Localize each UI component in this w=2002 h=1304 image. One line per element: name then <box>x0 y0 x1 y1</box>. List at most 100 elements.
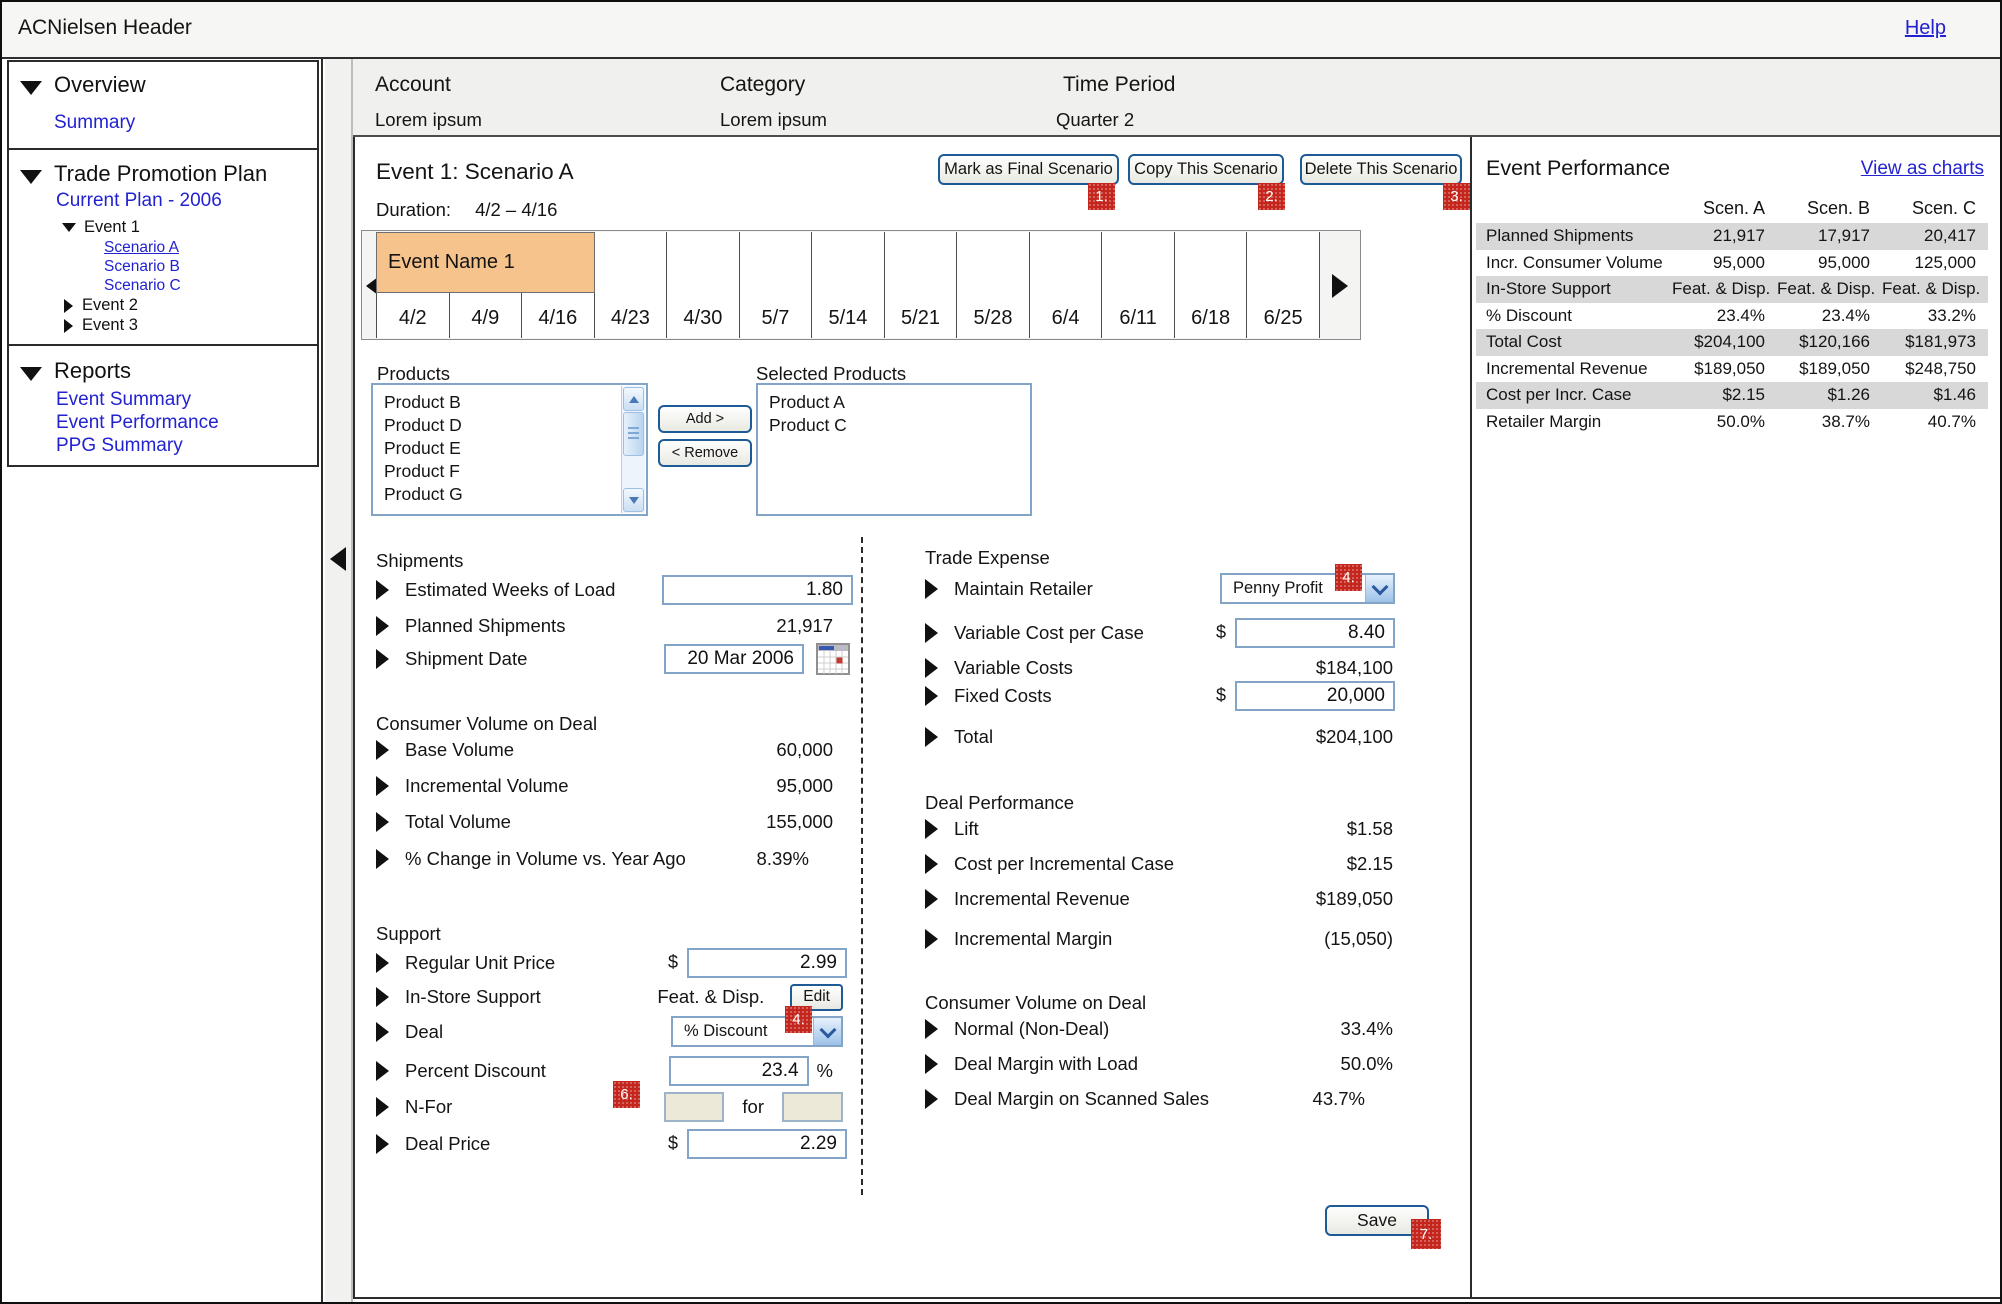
duration-value: 4/2 – 4/16 <box>475 199 557 221</box>
timeline-cell: 4/30 <box>667 232 740 338</box>
calendar-icon[interactable] <box>816 643 850 675</box>
nfor-price-input[interactable] <box>782 1092 843 1122</box>
deal-margin-with-load-row: Deal Margin with Load 50.0% <box>925 1050 1393 1078</box>
tree-item-event2[interactable]: Event 2 <box>64 296 138 315</box>
percent-discount-input[interactable] <box>669 1056 809 1086</box>
tree-item-event1[interactable]: Event 1 <box>62 218 140 237</box>
section-expand-icon[interactable] <box>20 81 42 95</box>
list-item[interactable]: Product D <box>373 414 646 437</box>
sidebar-item-scenario-c[interactable]: Scenario C <box>104 277 181 295</box>
mark-final-scenario-button[interactable]: Mark as Final Scenario <box>938 154 1119 185</box>
list-item[interactable]: Product E <box>373 437 646 460</box>
fixed-costs-input[interactable] <box>1235 681 1395 711</box>
scroll-up-icon[interactable] <box>623 387 644 411</box>
nfor-for-label: for <box>742 1096 764 1118</box>
currency-symbol: $ <box>668 1133 678 1154</box>
products-listbox[interactable]: Product B Product D Product E Product F … <box>371 383 648 516</box>
shipments-title: Shipments <box>376 550 463 572</box>
sidebar-item-scenario-a[interactable]: Scenario A <box>104 239 179 257</box>
sidebar-item-event-performance[interactable]: Event Performance <box>56 412 219 434</box>
scrollbar-thumb[interactable] <box>623 412 644 456</box>
planned-shipments-value: 21,917 <box>776 615 833 637</box>
table-row: Incremental Revenue $189,050 $189,050 $2… <box>1476 356 1988 383</box>
list-item[interactable]: Product F <box>373 460 646 483</box>
scroll-down-icon[interactable] <box>623 488 644 512</box>
sidebar-collapse-strip <box>325 59 353 1304</box>
deal-type-row: Deal % Discount <box>376 1016 843 1047</box>
annotation-badge-1: 1. <box>1088 183 1115 210</box>
list-item[interactable]: Product C <box>758 414 1030 437</box>
app-title: ACNielsen Header <box>18 16 192 40</box>
base-volume-row: Base Volume 60,000 <box>376 735 833 765</box>
list-item[interactable]: Product B <box>373 391 646 414</box>
add-product-button[interactable]: Add > <box>658 405 752 433</box>
table-row: Incr. Consumer Volume 95,000 95,000 125,… <box>1476 250 1988 277</box>
incremental-volume-row: Incremental Volume 95,000 <box>376 771 833 801</box>
chevron-down-icon <box>813 1018 841 1045</box>
sidebar-item-summary[interactable]: Summary <box>54 112 135 134</box>
sidebar-item-current-plan[interactable]: Current Plan - 2006 <box>56 190 222 212</box>
deal-type-select[interactable]: % Discount <box>671 1016 843 1047</box>
row-bullet-icon <box>925 686 938 706</box>
timeline-event-bar[interactable]: Event Name 1 <box>376 232 595 293</box>
time-period-value: Quarter 2 <box>1056 109 1134 131</box>
weeks-of-load-input[interactable] <box>662 575 853 605</box>
sidebar: Overview Summary Trade Promotion Plan Cu… <box>2 59 323 1304</box>
regular-unit-price-row: Regular Unit Price $ <box>376 947 847 978</box>
list-item[interactable]: Product G <box>373 483 646 506</box>
row-bullet-icon <box>376 812 389 832</box>
annotation-badge-4b: 4. <box>1335 564 1362 591</box>
nfor-quantity-input[interactable] <box>664 1092 724 1122</box>
list-item[interactable]: Product A <box>758 391 1030 414</box>
maintain-retailer-row: Maintain Retailer Penny Profit <box>925 573 1395 604</box>
n-for-row: N-For for <box>376 1091 843 1122</box>
copy-scenario-button[interactable]: Copy This Scenario <box>1128 154 1284 185</box>
scroll-right-icon[interactable] <box>1332 274 1348 298</box>
help-link[interactable]: Help <box>1905 17 1946 40</box>
sidebar-reports-label: Reports <box>54 358 131 384</box>
timeline-cell: 6/4 <box>1030 232 1103 338</box>
row-bullet-icon <box>376 1134 389 1154</box>
table-row: Total Cost $204,100 $120,166 $181,973 <box>1476 329 1988 356</box>
maintain-retailer-select[interactable]: Penny Profit <box>1220 573 1395 604</box>
row-bullet-icon <box>376 740 389 760</box>
expand-icon[interactable] <box>64 299 73 313</box>
timeline-event-name: Event Name 1 <box>388 251 515 274</box>
variable-costs-value: $184,100 <box>1316 657 1393 679</box>
variable-cost-per-case-input[interactable] <box>1235 618 1395 648</box>
time-period-label: Time Period <box>1063 73 1175 97</box>
sidebar-item-scenario-b[interactable]: Scenario B <box>104 258 180 276</box>
deal-price-row: Deal Price $ <box>376 1128 847 1159</box>
collapse-icon[interactable] <box>62 223 76 232</box>
row-bullet-icon <box>376 953 389 973</box>
support-title: Support <box>376 923 441 945</box>
shipment-date-input[interactable] <box>664 644 804 674</box>
tree-item-event3[interactable]: Event 3 <box>64 316 138 335</box>
section-expand-icon[interactable] <box>20 367 42 381</box>
sidebar-section-plan: Trade Promotion Plan Current Plan - 2006… <box>7 148 319 346</box>
deal-price-input[interactable] <box>687 1129 847 1159</box>
pct-change-value: 8.39% <box>757 848 809 870</box>
regular-unit-price-input[interactable] <box>687 948 847 978</box>
products-scrollbar[interactable] <box>621 386 645 513</box>
sidebar-item-event-summary[interactable]: Event Summary <box>56 389 191 411</box>
annotation-badge-6: 6. <box>613 1081 640 1108</box>
incremental-margin-value: (15,050) <box>1324 928 1393 950</box>
row-bullet-icon <box>925 623 938 643</box>
section-expand-icon[interactable] <box>20 170 42 184</box>
collapse-sidebar-icon[interactable] <box>330 547 346 571</box>
planned-shipments-row: Planned Shipments 21,917 <box>376 612 833 640</box>
sidebar-item-ppg-summary[interactable]: PPG Summary <box>56 435 183 457</box>
timeline-cell: 6/25 <box>1247 232 1319 338</box>
scenario-panel: Event 1: Scenario A Duration: 4/2 – 4/16… <box>353 137 1470 1299</box>
selected-products-label: Selected Products <box>756 363 906 385</box>
selected-products-listbox[interactable]: Product A Product C <box>756 383 1032 516</box>
timeline-cell: 6/18 <box>1175 232 1248 338</box>
row-bullet-icon <box>925 1054 938 1074</box>
expand-icon[interactable] <box>64 319 73 333</box>
remove-product-button[interactable]: < Remove <box>658 439 752 467</box>
view-as-charts-link[interactable]: View as charts <box>1861 158 1984 180</box>
table-row: Planned Shipments 21,917 17,917 20,417 <box>1476 223 1988 250</box>
timeline-cell: 5/21 <box>885 232 958 338</box>
delete-scenario-button[interactable]: Delete This Scenario <box>1300 154 1462 185</box>
